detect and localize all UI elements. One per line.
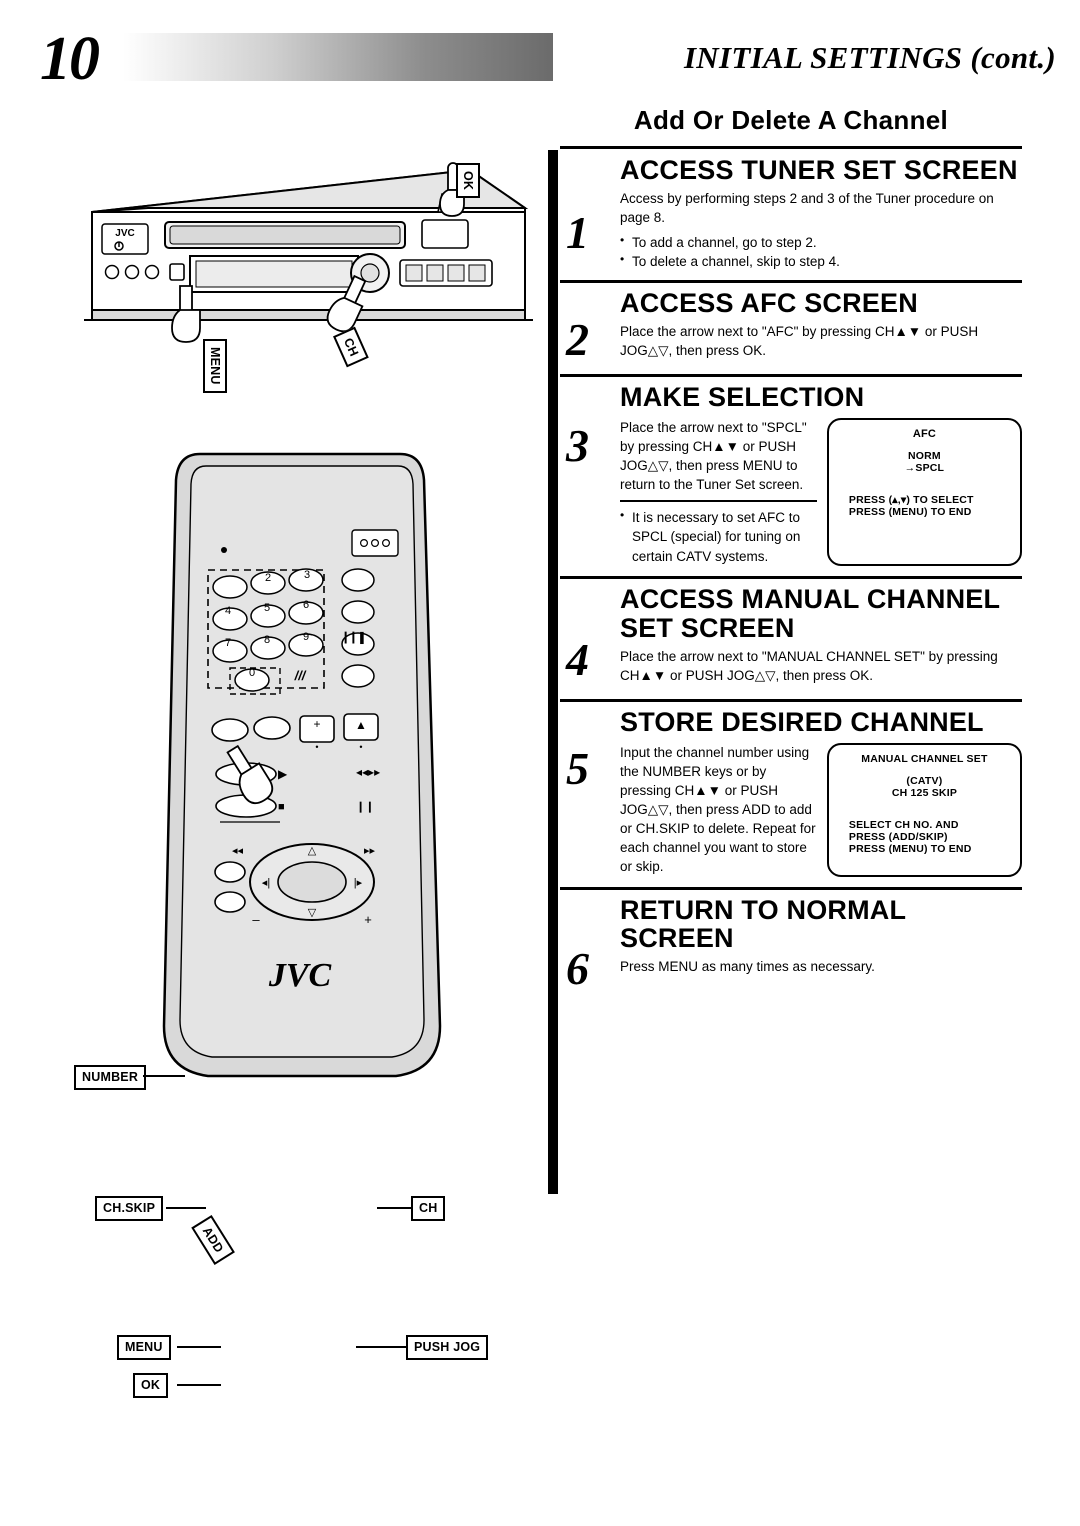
steps-list: ACCESS TUNER SET SCREEN 1 Access by perf… — [560, 150, 1022, 991]
leader-pushjog — [356, 1346, 408, 1348]
header-gradient-bar — [123, 33, 553, 81]
page-number: 10 — [40, 25, 100, 93]
step-6-heading: RETURN TO NORMAL SCREEN — [620, 894, 906, 954]
svg-text:•: • — [359, 742, 362, 752]
step-6-number: 6 — [566, 942, 589, 994]
page-title: INITIAL SETTINGS (cont.) — [683, 40, 1056, 75]
osd-afc-footer1: PRESS (▴,▾) TO SELECT — [848, 493, 974, 506]
svg-text:4: 4 — [225, 605, 231, 617]
svg-text:|▸: |▸ — [354, 877, 363, 889]
step-number-bar — [548, 150, 558, 1194]
osd-afc-line1: NORM — [907, 449, 941, 462]
svg-text:◂◂▸▸: ◂◂▸▸ — [356, 765, 380, 779]
remote-illustration: 2 3 4 5 6 7 8 9 0 ▎▎▌ /// + ▲ • • ▶ ◂◂▸▸… — [160, 430, 460, 1110]
step-5: STORE DESIRED CHANNEL 5 Input the channe… — [560, 702, 1022, 890]
step-5-heading: STORE DESIRED CHANNEL — [620, 706, 984, 737]
svg-text:◂◂: ◂◂ — [232, 845, 244, 857]
step-4-heading: ACCESS MANUAL CHANNEL SET SCREEN — [620, 584, 1000, 643]
svg-text:5: 5 — [264, 602, 270, 614]
callout-remote-number: NUMBER — [74, 1065, 147, 1090]
leader-chskip — [166, 1207, 206, 1209]
vcr-illustration: JVC — [70, 160, 540, 420]
svg-text:7: 7 — [225, 637, 231, 649]
osd-mcs-line2: CH 125 SKIP — [891, 786, 958, 799]
leader-ok — [177, 1384, 221, 1386]
callout-remote-menu: MENU — [117, 1335, 171, 1360]
page-header: 10 INITIAL SETTINGS (cont.) — [0, 0, 1080, 98]
leader-ch — [377, 1207, 413, 1209]
svg-text:3: 3 — [304, 569, 310, 581]
step-3-number: 3 — [566, 419, 589, 471]
svg-text:8: 8 — [264, 634, 270, 646]
svg-text:◂|: ◂| — [262, 877, 270, 889]
callout-remote-add: ADD — [191, 1214, 235, 1265]
step-5-number: 5 — [566, 742, 589, 794]
svg-text:▲: ▲ — [355, 718, 367, 732]
callout-remote-chskip: CH.SKIP — [95, 1196, 164, 1221]
osd-afc-title: AFC — [912, 427, 937, 440]
svg-text:■: ■ — [278, 801, 285, 813]
callout-vcr-menu: MENU — [203, 339, 227, 393]
leader-number — [143, 1075, 185, 1077]
osd-mcs-footer1: SELECT CH NO. AND — [848, 818, 959, 831]
step-2-number: 2 — [566, 314, 589, 366]
svg-text:JVC: JVC — [268, 957, 332, 994]
svg-text:0: 0 — [249, 667, 255, 679]
osd-afc-footer2: PRESS (MENU) TO END — [848, 505, 972, 518]
svg-text:JVC: JVC — [115, 228, 134, 239]
svg-text:+: + — [313, 717, 320, 731]
svg-text:–: – — [252, 912, 260, 927]
osd-mcs-footer2: PRESS (ADD/SKIP) — [848, 830, 948, 843]
svg-text:9: 9 — [303, 631, 309, 643]
svg-text:6: 6 — [303, 599, 309, 611]
osd-manual-channel-set: MANUAL CHANNEL SET (CATV) CH 125 SKIP SE… — [826, 742, 1022, 877]
svg-text:///: /// — [294, 668, 307, 683]
step-3: MAKE SELECTION 3 Place the arrow next to… — [560, 377, 1022, 580]
step-1-number: 1 — [566, 207, 589, 258]
step-2-body: Place the arrow next to "AFC" by pressin… — [620, 323, 979, 358]
svg-text:•: • — [315, 742, 318, 752]
osd-afc-line2: →SPCL — [904, 461, 945, 474]
section-divider — [560, 146, 1022, 149]
callout-remote-ch: CH — [411, 1196, 446, 1221]
callout-vcr-ok: OK — [456, 163, 480, 199]
svg-text:▸▸: ▸▸ — [364, 845, 376, 857]
osd-afc-screen: AFC NORM →SPCL PRESS (▴,▾) TO SELECT PRE… — [826, 417, 1022, 567]
step-5-body: Input the channel number using the NUMBE… — [620, 744, 816, 875]
step-1-body: Access by performing steps 2 and 3 of th… — [620, 190, 994, 225]
svg-text:▶: ▶ — [278, 767, 288, 781]
osd-mcs-title: MANUAL CHANNEL SET — [861, 752, 988, 765]
svg-text:▽: ▽ — [308, 907, 317, 919]
osd-mcs-footer3: PRESS (MENU) TO END — [848, 842, 972, 855]
step-1-bullets: To add a channel, go to step 2. To delet… — [560, 232, 1022, 272]
step-1-bullet-2: To delete a channel, skip to step 4. — [620, 252, 1022, 272]
leader-menu — [177, 1346, 221, 1348]
svg-text:△: △ — [308, 845, 317, 857]
callout-remote-ok: OK — [133, 1373, 169, 1398]
section-title: Add Or Delete A Channel — [633, 105, 949, 135]
step-4-number: 4 — [566, 634, 589, 686]
step-3-bullet-1: It is necessary to set AFC to SPCL (spec… — [620, 507, 817, 567]
step-3-heading: MAKE SELECTION — [620, 381, 865, 412]
svg-text:2: 2 — [265, 572, 271, 584]
step-1-bullet-1: To add a channel, go to step 2. — [620, 232, 1022, 253]
step-4-body: Place the arrow next to "MANUAL CHANNEL … — [620, 648, 998, 683]
callout-remote-pushjog: PUSH JOG — [406, 1335, 489, 1360]
osd-mcs-line1: (CATV) — [906, 774, 943, 787]
step-6-body: Press MENU as many times as necessary. — [620, 958, 875, 974]
step-6: RETURN TO NORMAL SCREEN 6 Press MENU as … — [560, 890, 1022, 991]
step-3-bullets: It is necessary to set AFC to SPCL (spec… — [620, 507, 817, 567]
svg-text:▎▎▌: ▎▎▌ — [344, 631, 367, 645]
step-2: ACCESS AFC SCREEN 2 Place the arrow next… — [560, 283, 1022, 377]
svg-text:❙❙: ❙❙ — [356, 801, 374, 813]
step-1: ACCESS TUNER SET SCREEN 1 Access by perf… — [560, 150, 1022, 284]
step-4: ACCESS MANUAL CHANNEL SET SCREEN 4 Place… — [560, 579, 1022, 702]
svg-text:+: + — [364, 912, 372, 927]
step-1-heading: ACCESS TUNER SET SCREEN — [620, 155, 1018, 185]
step-2-heading: ACCESS AFC SCREEN — [620, 288, 918, 319]
step-3-body: Place the arrow next to "SPCL" by pressi… — [620, 419, 807, 493]
